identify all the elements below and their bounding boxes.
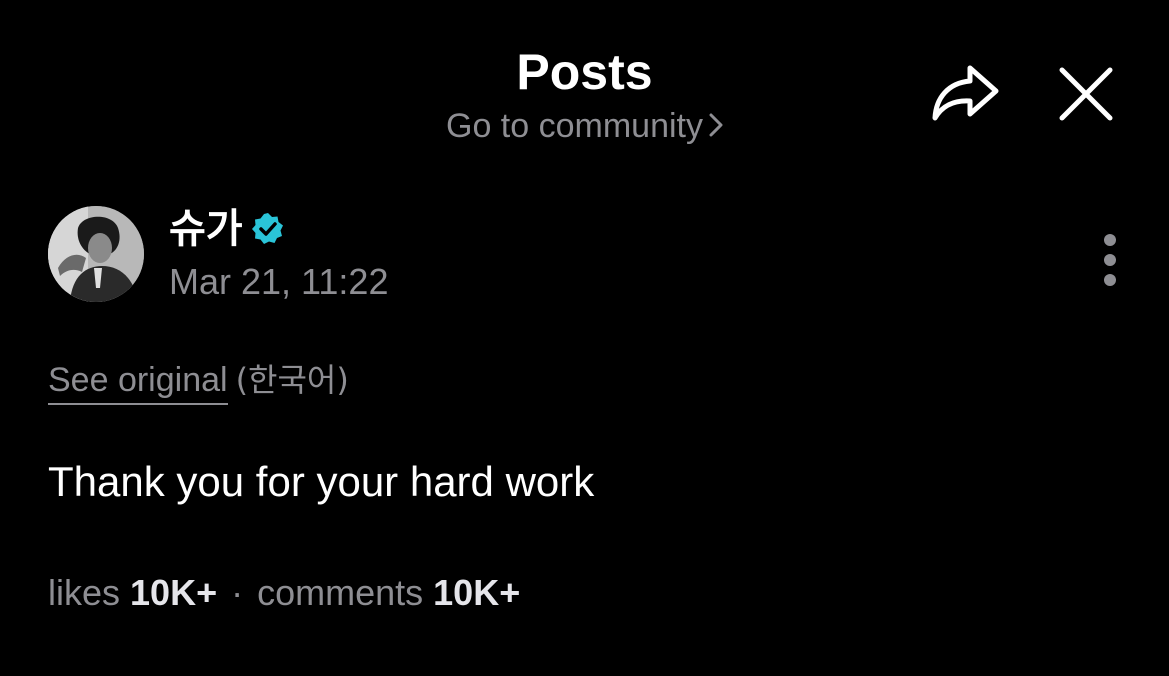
post-stats: likes 10K+ · comments 10K+ (48, 572, 520, 614)
post-author: 슈가 Mar 21, 11:22 (48, 206, 1128, 306)
close-icon (1059, 67, 1113, 121)
original-language-label: (한국어) (235, 361, 349, 399)
comments-count: 10K+ (433, 572, 521, 613)
more-options-button[interactable] (1090, 230, 1130, 294)
share-button[interactable] (930, 62, 1002, 124)
likes-stat[interactable]: likes 10K+ (48, 572, 217, 613)
comments-label: comments (257, 572, 424, 613)
post-body: Thank you for your hard work (48, 458, 595, 505)
more-vertical-icon (1104, 234, 1116, 286)
author-name[interactable]: 슈가 (169, 206, 243, 252)
community-link-label: Go to community (446, 107, 703, 145)
see-original-link[interactable]: See original (48, 361, 228, 405)
translation-row: See original (한국어) (48, 360, 349, 405)
avatar[interactable] (48, 206, 144, 302)
chevron-right-icon (709, 113, 723, 137)
author-name-row: 슈가 (169, 206, 285, 252)
post-timestamp: Mar 21, 11:22 (169, 261, 389, 302)
stats-separator: · (231, 572, 244, 613)
avatar-photo (48, 206, 144, 302)
likes-count: 10K+ (130, 572, 218, 613)
verified-badge-icon (251, 213, 283, 244)
header: Posts Go to community (0, 0, 1169, 160)
likes-label: likes (48, 572, 121, 613)
close-button[interactable] (1058, 66, 1114, 122)
comments-stat[interactable]: comments 10K+ (257, 572, 520, 613)
share-icon (932, 65, 999, 121)
